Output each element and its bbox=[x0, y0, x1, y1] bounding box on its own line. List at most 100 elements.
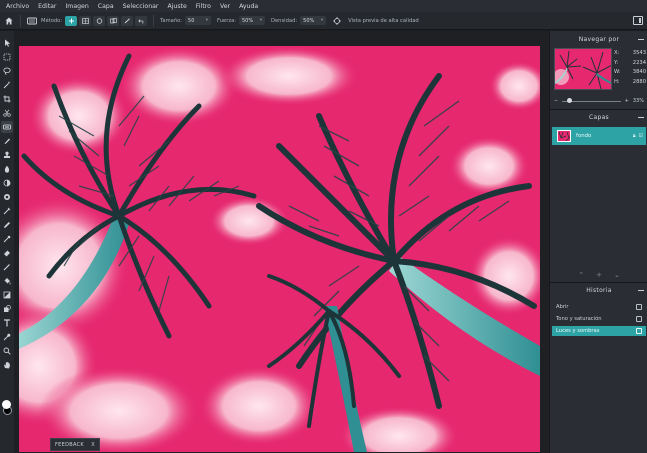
menu-ajuste[interactable]: Ajuste bbox=[167, 3, 186, 10]
layer-row[interactable]: fondo 🔒︎ ☑ bbox=[552, 127, 646, 145]
density-input[interactable]: 50% ▾ bbox=[300, 16, 327, 25]
gradient-brush-tool-icon[interactable] bbox=[1, 261, 13, 273]
pencil-tool-icon[interactable] bbox=[1, 219, 13, 231]
divider bbox=[20, 14, 21, 27]
history-document-icon bbox=[636, 316, 642, 322]
feedback-label: FEEDBACK bbox=[55, 441, 84, 448]
healing-brush-tool-icon[interactable] bbox=[1, 121, 13, 133]
crop-tool-icon[interactable] bbox=[1, 93, 13, 105]
method-label: Método: bbox=[41, 17, 63, 24]
hand-tool-icon[interactable] bbox=[1, 359, 13, 371]
history-header: Historia bbox=[550, 284, 647, 296]
layer-controls: ⌃ + ⌄ bbox=[550, 271, 647, 281]
divider bbox=[550, 282, 647, 283]
text-tool-icon[interactable] bbox=[1, 317, 13, 329]
eyedropper-tool-icon[interactable] bbox=[1, 331, 13, 343]
drop-tool-icon[interactable] bbox=[1, 163, 13, 175]
history-item-label: Tono y saturación bbox=[556, 316, 602, 322]
minimize-icon[interactable] bbox=[638, 290, 644, 291]
history-item-active[interactable]: Luces y sombras bbox=[552, 326, 646, 336]
minimize-icon[interactable] bbox=[638, 117, 644, 118]
dodge-tool-icon[interactable] bbox=[1, 177, 13, 189]
brush-tool-icon[interactable] bbox=[1, 135, 13, 147]
history-item-label: Abrir bbox=[556, 304, 569, 310]
zoom-row: − + 33% bbox=[554, 97, 644, 105]
palm-tree-photo bbox=[19, 46, 540, 452]
eraser-tool-icon[interactable] bbox=[1, 247, 13, 259]
menu-imagen[interactable]: Imagen bbox=[65, 3, 88, 10]
history-item[interactable]: Abrir bbox=[552, 302, 646, 312]
add-layer-icon[interactable]: + bbox=[596, 271, 602, 281]
y-label: Y: bbox=[614, 59, 619, 66]
mode-clone-button[interactable] bbox=[107, 15, 120, 26]
strength-input[interactable]: 50% ▾ bbox=[239, 16, 265, 25]
mode-brush-button[interactable] bbox=[121, 15, 134, 26]
menu-archivo[interactable]: Archivo bbox=[6, 3, 29, 10]
scissors-tool-icon[interactable] bbox=[1, 107, 13, 119]
menu-editar[interactable]: Editar bbox=[38, 3, 56, 10]
zoom-in-icon[interactable]: + bbox=[625, 98, 629, 104]
magic-wand-tool-icon[interactable] bbox=[1, 79, 13, 91]
sidebar-toggle-icon[interactable] bbox=[633, 16, 643, 25]
h-label: H: bbox=[614, 78, 620, 85]
image-canvas[interactable] bbox=[19, 46, 540, 452]
fill-bucket-tool-icon[interactable] bbox=[1, 275, 13, 287]
thumbnail-image bbox=[555, 49, 611, 89]
x-value: 3543 bbox=[632, 50, 646, 56]
zoom-slider-handle[interactable] bbox=[566, 98, 572, 103]
divider bbox=[153, 14, 155, 27]
chevron-down-icon: ▾ bbox=[320, 18, 324, 23]
strength-value: 50% bbox=[242, 17, 254, 24]
menu-bar: Archivo Editar Imagen Capa Seleccionar A… bbox=[0, 0, 647, 12]
gradient-tool-icon[interactable] bbox=[1, 289, 13, 301]
move-tool-icon[interactable] bbox=[1, 37, 13, 49]
shape-tool-icon[interactable] bbox=[1, 303, 13, 315]
minimize-icon[interactable] bbox=[638, 39, 644, 40]
visibility-checkbox-icon[interactable]: ☑ bbox=[639, 133, 643, 139]
target-icon[interactable] bbox=[330, 15, 344, 27]
mode-grid-button[interactable] bbox=[79, 15, 92, 26]
lasso-tool-icon[interactable] bbox=[1, 65, 13, 77]
zoom-tool-icon[interactable] bbox=[1, 345, 13, 357]
mode-spot-button[interactable] bbox=[93, 15, 106, 26]
feedback-tab[interactable]: FEEDBACK X bbox=[50, 438, 100, 451]
tool-options-bar: Método: Tamaño: 50 ▾ Fuerza: 50% ▾ Densida… bbox=[0, 12, 647, 30]
history-document-icon bbox=[636, 328, 642, 334]
menu-capa[interactable]: Capa bbox=[98, 3, 114, 10]
navigator-header: Navegar por bbox=[550, 33, 647, 45]
smudge-tool-icon[interactable] bbox=[1, 205, 13, 217]
menu-ver[interactable]: Ver bbox=[220, 3, 230, 10]
color-replace-tool-icon[interactable] bbox=[1, 233, 13, 245]
undo-icon[interactable] bbox=[135, 15, 148, 26]
lock-icon[interactable]: 🔒︎ bbox=[633, 133, 636, 139]
menu-ayuda[interactable]: Ayuda bbox=[239, 3, 258, 10]
move-layer-down-icon[interactable]: ⌄ bbox=[614, 271, 620, 281]
mode-healing-button[interactable] bbox=[65, 15, 78, 26]
size-label: Tamaño: bbox=[160, 17, 183, 24]
w-value: 3840 bbox=[632, 69, 646, 75]
menu-filtro[interactable]: Filtro bbox=[196, 3, 211, 10]
size-value: 50 bbox=[188, 17, 195, 24]
marquee-tool-icon[interactable] bbox=[1, 51, 13, 63]
menu-seleccionar[interactable]: Seleccionar bbox=[123, 3, 159, 10]
history-item[interactable]: Tono y saturación bbox=[552, 314, 646, 324]
move-layer-up-icon[interactable]: ⌃ bbox=[578, 271, 584, 281]
layers-header: Capas bbox=[550, 111, 647, 123]
zoom-slider[interactable] bbox=[562, 98, 621, 103]
zoom-out-icon[interactable]: − bbox=[554, 98, 558, 104]
chevron-down-icon: ▾ bbox=[259, 18, 262, 23]
stamp-tool-icon[interactable] bbox=[1, 149, 13, 161]
strength-label: Fuerza: bbox=[217, 17, 236, 24]
close-icon[interactable]: X bbox=[91, 442, 95, 448]
history-title: Historia bbox=[586, 286, 612, 294]
navigator-title: Navegar por bbox=[578, 35, 620, 43]
size-input[interactable]: 50 ▾ bbox=[185, 16, 212, 25]
y-value: 2234 bbox=[632, 59, 646, 66]
navigator-thumbnail[interactable] bbox=[554, 48, 612, 90]
sponge-tool-icon[interactable] bbox=[1, 191, 13, 203]
hq-preview-label[interactable]: Vista previa de alta calidad bbox=[348, 18, 419, 24]
divider bbox=[550, 109, 647, 110]
h-value: 2880 bbox=[632, 78, 646, 85]
foreground-color-swatch[interactable] bbox=[2, 400, 11, 409]
home-icon[interactable] bbox=[2, 14, 16, 28]
